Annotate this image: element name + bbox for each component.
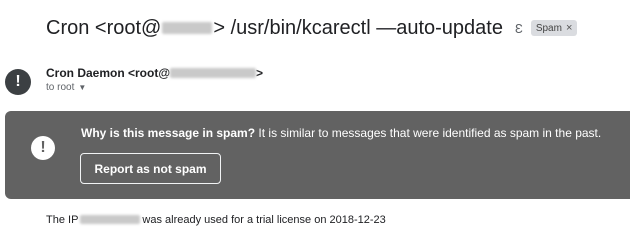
redacted-ip (80, 214, 141, 224)
remove-label-icon[interactable]: × (566, 22, 572, 34)
spam-question: Why is this message in spam? (81, 126, 256, 140)
redacted-sender-host (170, 68, 257, 78)
recipient-label: to root (46, 82, 75, 93)
important-marker-icon[interactable]: Ɛ (515, 22, 523, 35)
spam-warning-banner: ! Why is this message in spam? It is sim… (5, 111, 630, 199)
warning-avatar-icon: ! (5, 69, 31, 95)
spam-label-text: Spam (535, 22, 562, 34)
spam-reason: It is similar to messages that were iden… (255, 126, 602, 140)
subject-suffix: > /usr/bin/kcarectl —auto-update (213, 16, 503, 39)
email-subject: Cron <root@ > /usr/bin/kcarectl —auto-up… (46, 14, 578, 42)
recipient-details[interactable]: to root ▼ (46, 82, 86, 93)
sender-name: Cron Daemon <root@ > (46, 66, 263, 80)
body-prefix: The IP (46, 214, 79, 226)
spam-explanation: Why is this message in spam? It is simil… (81, 126, 601, 140)
report-not-spam-button[interactable]: Report as not spam (80, 153, 221, 184)
body-suffix: was already used for a trial license on … (142, 214, 386, 226)
redacted-hostname (162, 21, 213, 35)
chevron-down-icon[interactable]: ▼ (78, 83, 86, 92)
sender-name-prefix: Cron Daemon <root@ (46, 66, 171, 80)
sender-name-suffix: > (256, 66, 264, 80)
alert-icon: ! (31, 136, 55, 160)
subject-prefix: Cron <root@ (46, 16, 162, 39)
email-body: The IP was already used for a trial licen… (46, 214, 386, 226)
spam-label-chip[interactable]: Spam × (530, 20, 578, 36)
